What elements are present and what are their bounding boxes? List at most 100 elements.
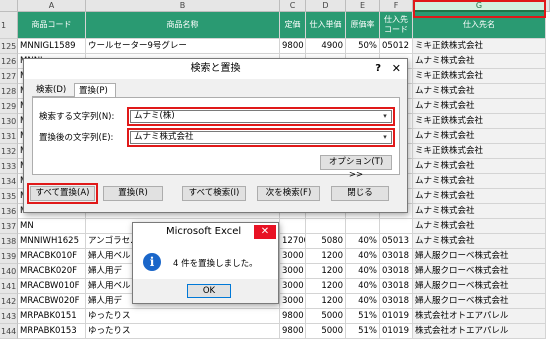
help-icon[interactable]: ? (375, 59, 381, 79)
ok-button[interactable]: OK (187, 284, 231, 298)
cell-d[interactable]: 1200 (306, 264, 346, 279)
row-number[interactable]: 144 (0, 324, 18, 339)
cell-g[interactable]: 婦人服クローベ株式会社 (413, 264, 546, 279)
cell-g[interactable]: ムナミ株式会社 (413, 219, 546, 234)
cell-d[interactable]: 5080 (306, 234, 346, 249)
close-icon[interactable]: ✕ (254, 225, 276, 239)
cell-a[interactable]: MN (18, 219, 86, 234)
cell-g[interactable]: ムナミ株式会社 (413, 204, 546, 219)
cell-f[interactable]: 03018 (380, 279, 413, 294)
cell-a[interactable]: MNNIWH1625 (18, 234, 86, 249)
cell-a[interactable]: MRACBW010F (18, 279, 86, 294)
cell-f[interactable]: 01019 (380, 309, 413, 324)
cell-c[interactable]: 3000 (280, 264, 306, 279)
cell-d[interactable]: 1200 (306, 279, 346, 294)
col-header-b[interactable]: B (86, 0, 280, 12)
header-cell-name[interactable]: 商品名称 (86, 12, 280, 39)
cell-e[interactable]: 40% (346, 279, 380, 294)
row-number[interactable]: 138 (0, 234, 18, 249)
cell-e[interactable]: 40% (346, 249, 380, 264)
col-header-a[interactable]: A (18, 0, 86, 12)
cell-f[interactable]: 03018 (380, 249, 413, 264)
row-number[interactable]: 134 (0, 174, 18, 189)
cell-g[interactable]: 婦人服クローベ株式会社 (413, 279, 546, 294)
cell-g[interactable]: ムナミ株式会社 (413, 99, 546, 114)
cell-c[interactable]: 12700 (280, 234, 306, 249)
row-number[interactable]: 143 (0, 309, 18, 324)
cell-f[interactable] (380, 219, 413, 234)
row-number[interactable]: 130 (0, 114, 18, 129)
row-number[interactable]: 133 (0, 159, 18, 174)
row-number[interactable]: 129 (0, 99, 18, 114)
cell-b[interactable]: ゆったりス (86, 324, 280, 339)
cell-b[interactable]: ゆったりス (86, 309, 280, 324)
close-icon[interactable]: ✕ (392, 59, 401, 79)
cell-g[interactable]: ミキ正鉄株式会社 (413, 69, 546, 84)
select-all-corner[interactable] (0, 0, 18, 12)
row-number[interactable]: 141 (0, 279, 18, 294)
cell-g[interactable]: ムナミ株式会社 (413, 189, 546, 204)
cell-g[interactable]: ムナミ株式会社 (413, 84, 546, 99)
cell-g[interactable]: ムナミ株式会社 (413, 129, 546, 144)
cell-a[interactable]: MRACBW020F (18, 294, 86, 309)
row-number[interactable]: 127 (0, 69, 18, 84)
cell-e[interactable]: 51% (346, 309, 380, 324)
cell-g[interactable]: ムナミ株式会社 (413, 174, 546, 189)
col-header-f[interactable]: F (380, 0, 413, 12)
cell-g[interactable]: ミキ正鉄株式会社 (413, 114, 546, 129)
chevron-down-icon[interactable]: ▾ (380, 132, 390, 143)
replace-all-button[interactable]: すべて置換(A) (30, 186, 95, 201)
col-header-e[interactable]: E (346, 0, 380, 12)
header-cell-supplier-name[interactable]: 仕入先名 (413, 12, 546, 39)
cell-c[interactable]: 9800 (280, 309, 306, 324)
cell-a[interactable]: MRPABK0151 (18, 309, 86, 324)
cell-e[interactable]: 40% (346, 264, 380, 279)
cell-g[interactable]: 婦人服クローベ株式会社 (413, 294, 546, 309)
row-number[interactable]: 137 (0, 219, 18, 234)
cell-g[interactable]: ムナミ株式会社 (413, 159, 546, 174)
row-number[interactable]: 126 (0, 54, 18, 69)
col-header-g[interactable]: G (413, 0, 546, 12)
row-number[interactable]: 125 (0, 39, 18, 54)
find-input[interactable]: ムナミ(株) ▾ (130, 110, 392, 123)
cell-e[interactable]: 40% (346, 234, 380, 249)
cell-f[interactable]: 01019 (380, 324, 413, 339)
header-cell-supplier-code[interactable]: 仕入先 コード (380, 12, 413, 39)
row-number[interactable]: 128 (0, 84, 18, 99)
col-header-c[interactable]: C (280, 0, 306, 12)
chevron-down-icon[interactable]: ▾ (380, 111, 390, 122)
row-number[interactable]: 1 (0, 12, 18, 39)
cell-f[interactable]: 05013 (380, 234, 413, 249)
cell-a[interactable]: MRACBK010F (18, 249, 86, 264)
cell-c[interactable]: 3000 (280, 294, 306, 309)
cell-d[interactable]: 1200 (306, 249, 346, 264)
cell-d[interactable] (306, 219, 346, 234)
header-cell-code[interactable]: 商品コード (18, 12, 86, 39)
cell-e[interactable]: 40% (346, 294, 380, 309)
row-number[interactable]: 135 (0, 189, 18, 204)
cell-c[interactable] (280, 219, 306, 234)
cell-a[interactable]: MNNIGL1589 (18, 39, 86, 54)
row-number[interactable]: 139 (0, 249, 18, 264)
cell-c[interactable]: 9800 (280, 324, 306, 339)
row-number[interactable]: 132 (0, 144, 18, 159)
cell-g[interactable]: 婦人服クローベ株式会社 (413, 249, 546, 264)
cell-d[interactable]: 4900 (306, 39, 346, 54)
cell-d[interactable]: 1200 (306, 294, 346, 309)
cell-b[interactable]: ウールセーター9号グレー (86, 39, 280, 54)
row-number[interactable]: 131 (0, 129, 18, 144)
cell-a[interactable]: MRPABK0153 (18, 324, 86, 339)
find-next-button[interactable]: 次を検索(F) (257, 186, 320, 201)
cell-f[interactable]: 03018 (380, 264, 413, 279)
cell-e[interactable]: 51% (346, 324, 380, 339)
row-number[interactable]: 142 (0, 294, 18, 309)
col-header-d[interactable]: D (306, 0, 346, 12)
close-button[interactable]: 閉じる (331, 186, 389, 201)
row-number[interactable]: 136 (0, 204, 18, 219)
cell-g[interactable]: 株式会社オトエアパレル (413, 324, 546, 339)
cell-d[interactable]: 5000 (306, 309, 346, 324)
cell-g[interactable]: ミキ正鉄株式会社 (413, 144, 546, 159)
dialog-titlebar[interactable]: 検索と置換 ? ✕ (24, 59, 407, 79)
cell-f[interactable]: 05012 (380, 39, 413, 54)
cell-c[interactable]: 9800 (280, 39, 306, 54)
